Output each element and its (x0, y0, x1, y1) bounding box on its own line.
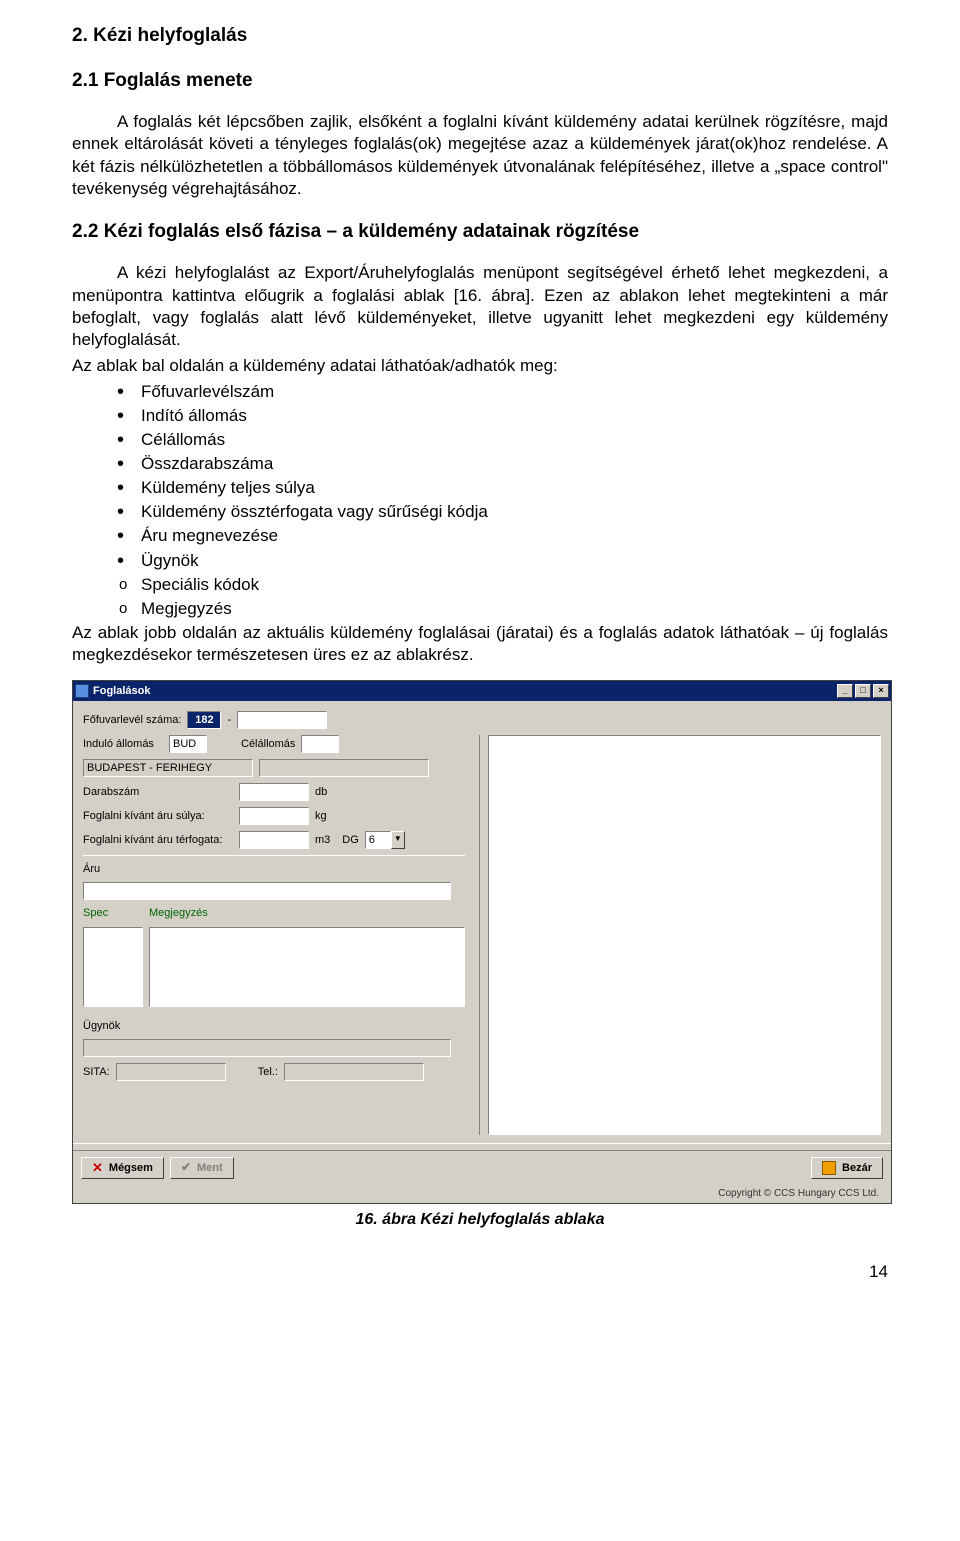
volume-unit: m3 (315, 833, 330, 847)
dg-dropdown[interactable]: 6 ▼ (365, 831, 405, 849)
cancel-button[interactable]: ✕ Mégsem (81, 1157, 164, 1179)
paragraph-3: Az ablak bal oldalán a küldemény adatai … (72, 355, 888, 377)
awb-dash: - (227, 713, 231, 727)
aru-label: Áru (83, 862, 100, 876)
save-button[interactable]: ✔ Ment (170, 1157, 234, 1179)
sita-readonly (116, 1063, 226, 1081)
list-item: Áru megnevezése (117, 525, 888, 547)
paragraph-1: A foglalás két lépcsőben zajlik, elsőkén… (72, 111, 888, 199)
subheading-1: 2.1 Foglalás menete (72, 69, 888, 94)
close-button[interactable]: Bezár (811, 1157, 883, 1179)
origin-label: Induló állomás (83, 737, 163, 751)
list-item: Küldemény teljes súlya (117, 477, 888, 499)
list-item: Speciális kódok (117, 574, 888, 596)
weight-unit: kg (315, 809, 327, 823)
figure-caption: 16. ábra Kézi helyfoglalás ablaka (72, 1210, 888, 1231)
tel-label: Tel.: (258, 1065, 278, 1079)
aru-input[interactable] (83, 882, 451, 900)
app-icon (75, 684, 89, 698)
agent-label: Ügynök (83, 1019, 120, 1033)
dg-value: 6 (365, 831, 391, 849)
list-item: Ügynök (117, 550, 888, 572)
dest-input[interactable] (301, 735, 339, 753)
check-icon: ✔ (181, 1160, 191, 1176)
sita-label: SITA: (83, 1065, 110, 1079)
vertical-divider (479, 735, 480, 1135)
list-item: Megjegyzés (117, 598, 888, 620)
maximize-button[interactable]: □ (855, 684, 871, 698)
awb-prefix-input[interactable]: 182 (187, 711, 221, 729)
awb-serial-input[interactable] (237, 711, 327, 729)
remark-textarea[interactable] (149, 927, 465, 1007)
origin-long-readonly: BUDAPEST - FERIHEGY (83, 759, 253, 777)
subheading-2: 2.2 Kézi foglalás első fázisa – a küldem… (72, 220, 888, 245)
dest-label: Célállomás (241, 737, 295, 751)
field-list: Főfuvarlevélszám Indító állomás Célállom… (117, 381, 888, 620)
volume-input[interactable] (239, 831, 309, 849)
pieces-input[interactable] (239, 783, 309, 801)
list-item: Összdarabszáma (117, 453, 888, 475)
pieces-label: Darabszám (83, 785, 233, 799)
titlebar: Foglalások _ □ × (73, 681, 891, 701)
exit-icon (822, 1161, 836, 1175)
awb-label: Főfuvarlevél száma: (83, 713, 181, 727)
weight-input[interactable] (239, 807, 309, 825)
weight-label: Foglalni kívánt áru súlya: (83, 809, 233, 823)
close-window-button[interactable]: × (873, 684, 889, 698)
dest-long-readonly (259, 759, 429, 777)
x-icon: ✕ (92, 1160, 103, 1177)
close-button-label: Bezár (842, 1161, 872, 1175)
minimize-button[interactable]: _ (837, 684, 853, 698)
bookings-pane[interactable] (488, 735, 881, 1135)
volume-label: Foglalni kívánt áru térfogata: (83, 833, 233, 847)
spec-textarea[interactable] (83, 927, 143, 1007)
heading-main: 2. Kézi helyfoglalás (72, 24, 888, 49)
window-title: Foglalások (93, 684, 837, 698)
agent-readonly (83, 1039, 451, 1057)
tel-readonly (284, 1063, 424, 1081)
list-item: Célállomás (117, 429, 888, 451)
app-window: Foglalások _ □ × Főfuvarlevél száma: 182… (72, 680, 892, 1204)
list-item: Küldemény össztérfogata vagy sűrűségi kó… (117, 501, 888, 523)
copyright-text: Copyright © CCS Hungary CCS Ltd. (712, 1186, 885, 1201)
paragraph-4: Az ablak jobb oldalán az aktuális küldem… (72, 622, 888, 666)
chevron-down-icon: ▼ (391, 831, 405, 849)
footer-bar: ✕ Mégsem ✔ Ment Bezár (73, 1150, 891, 1185)
origin-input[interactable]: BUD (169, 735, 207, 753)
list-item: Főfuvarlevélszám (117, 381, 888, 403)
dg-label: DG (342, 833, 359, 847)
save-button-label: Ment (197, 1161, 223, 1175)
pieces-unit: db (315, 785, 327, 799)
cancel-button-label: Mégsem (109, 1161, 153, 1175)
remark-label: Megjegyzés (149, 906, 208, 920)
spec-label: Spec (83, 906, 143, 920)
paragraph-2: A kézi helyfoglalást az Export/Áruhelyfo… (72, 262, 888, 350)
list-item: Indító állomás (117, 405, 888, 427)
page-number: 14 (72, 1261, 888, 1283)
